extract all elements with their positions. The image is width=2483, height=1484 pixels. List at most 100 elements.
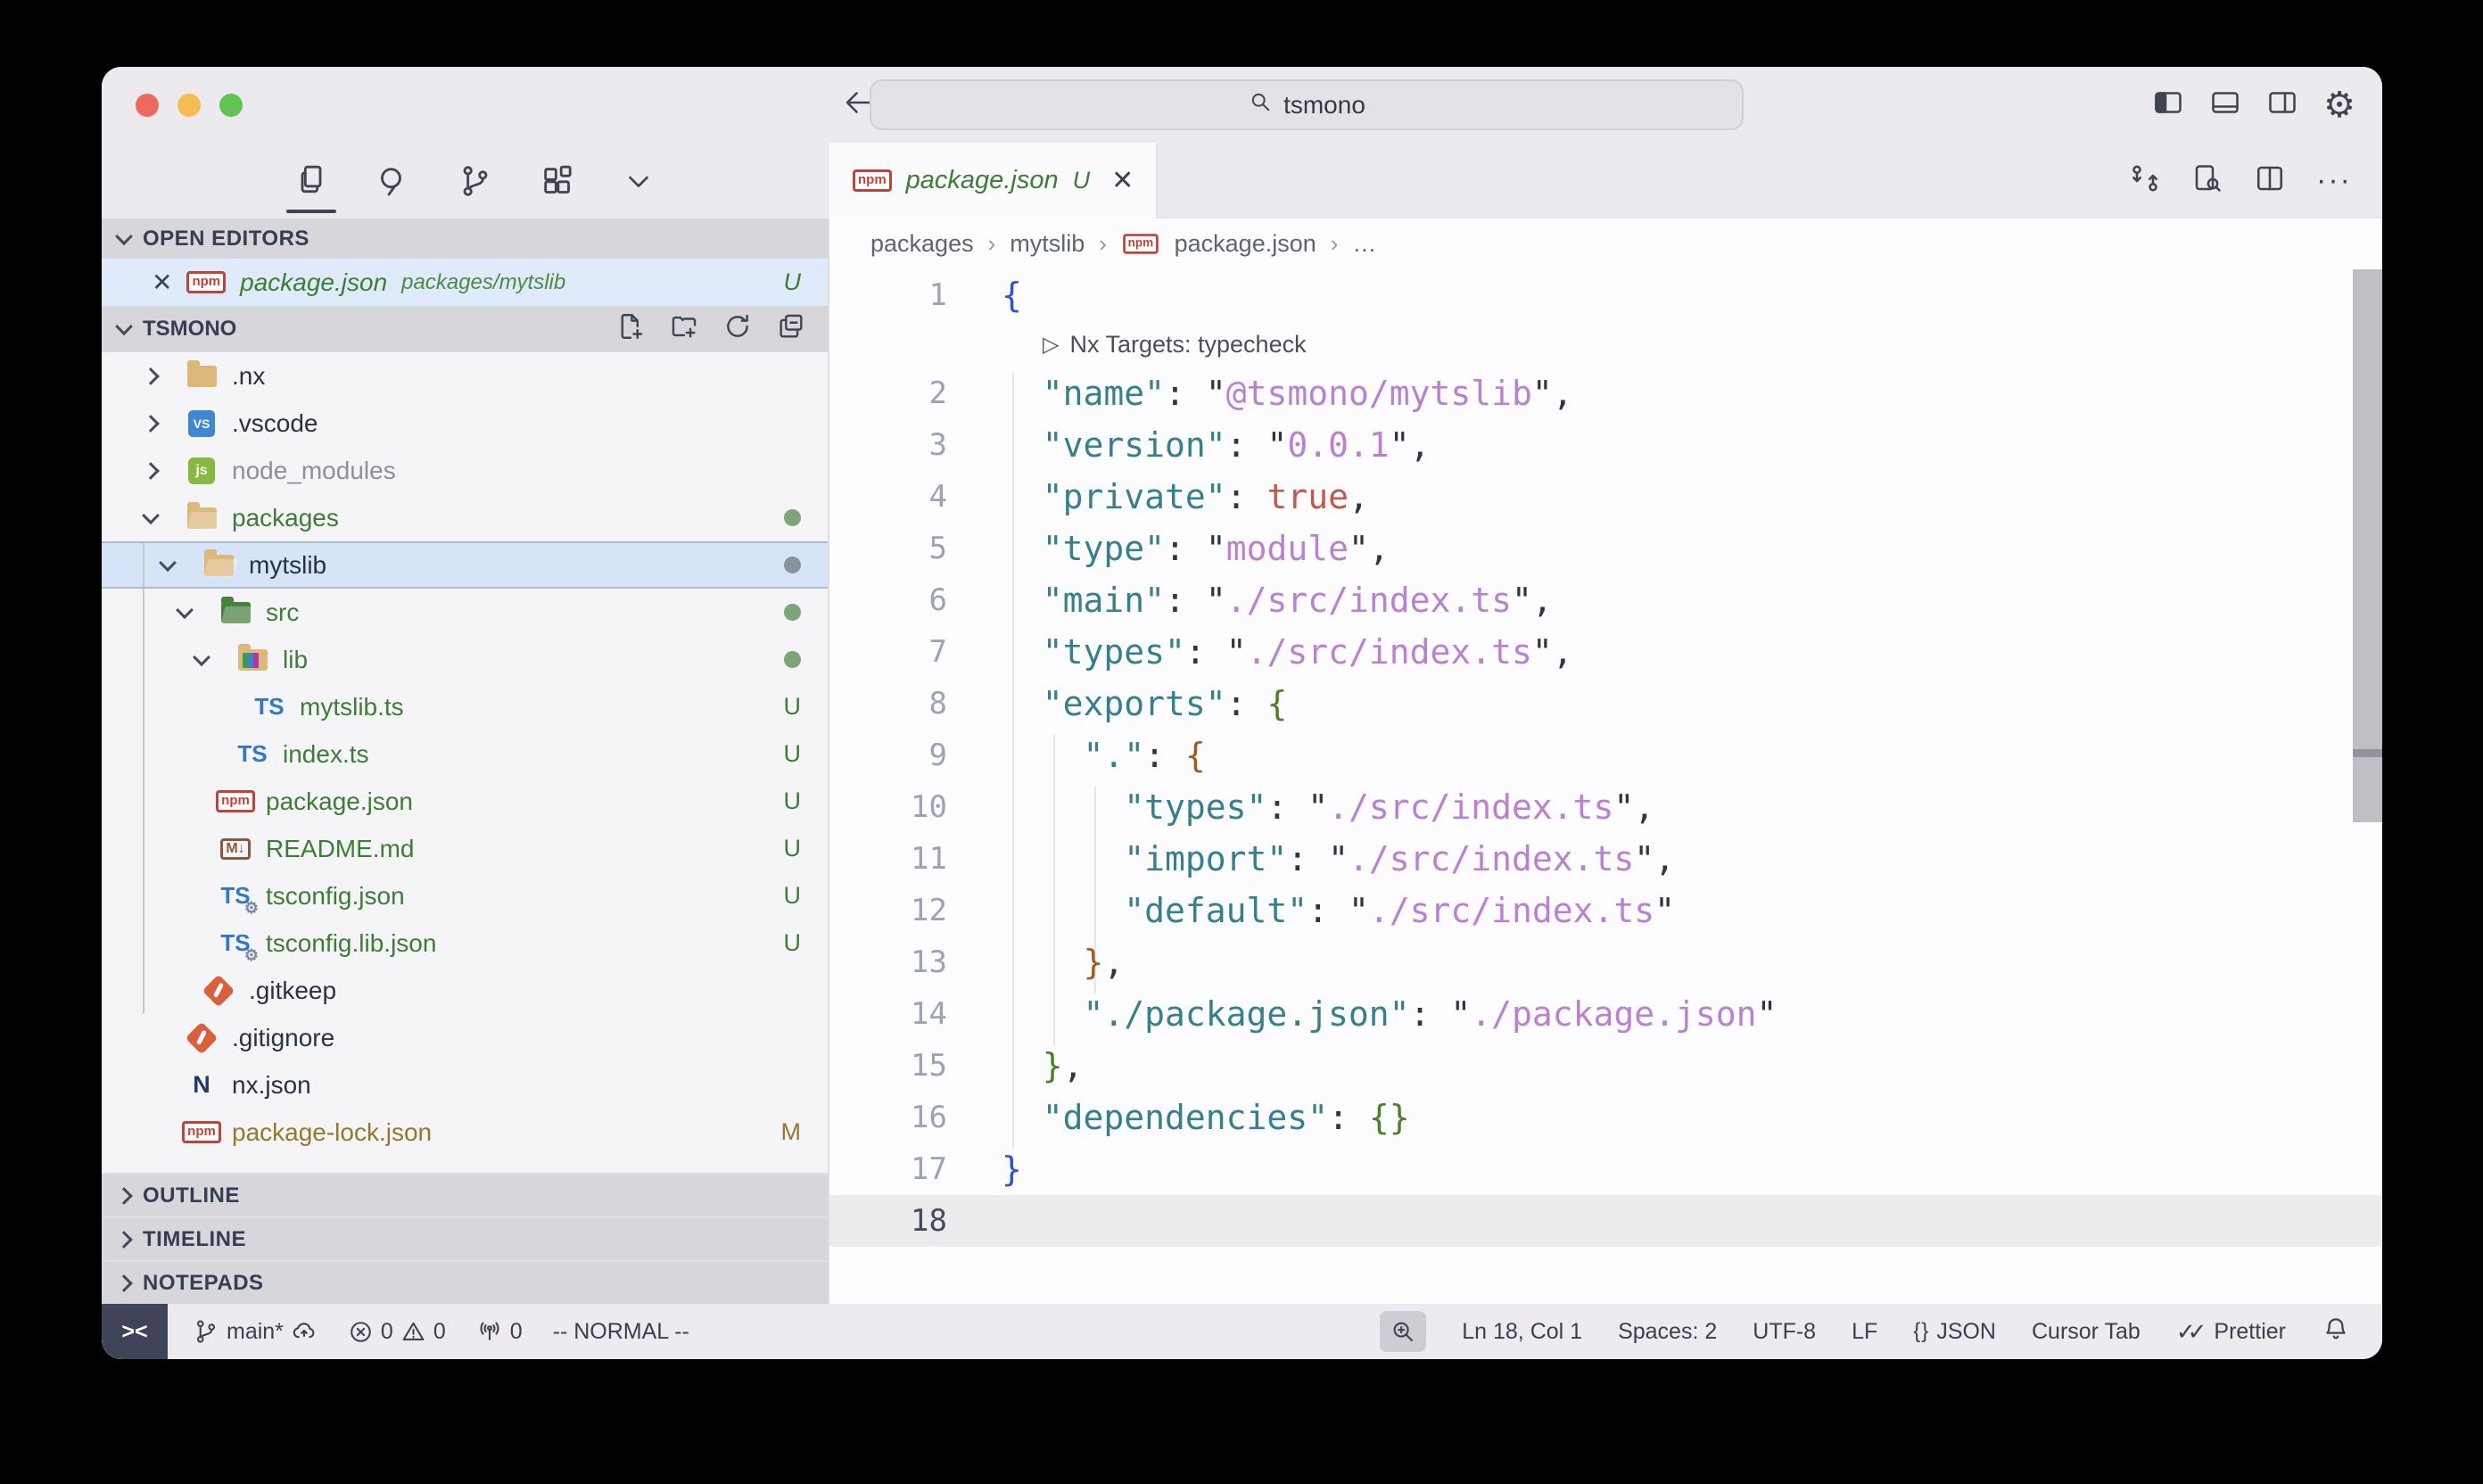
code-line-9[interactable]: 9 ".": {: [829, 730, 2382, 781]
sidebar-section-timeline[interactable]: TIMELINE: [102, 1216, 828, 1260]
breadcrumb-symbol-ellipsis[interactable]: …: [1352, 230, 1376, 258]
codelens-nx-targets[interactable]: ▷Nx Targets: typecheck: [829, 321, 2382, 367]
breadcrumb-item[interactable]: packages: [870, 230, 974, 258]
code-line-3[interactable]: 3 "version": "0.0.1",: [829, 419, 2382, 471]
code-line-5[interactable]: 5 "type": "module",: [829, 523, 2382, 574]
tree-item--nx[interactable]: .nx: [102, 352, 828, 400]
language-mode-status[interactable]: {} JSON: [1913, 1319, 1996, 1345]
run-target-icon[interactable]: ▷: [1043, 332, 1059, 358]
tree-item--vscode[interactable]: VS.vscode: [102, 400, 828, 447]
cursor-position-status[interactable]: Ln 18, Col 1: [1462, 1319, 1582, 1345]
settings-gear-icon[interactable]: ⚙: [2323, 87, 2355, 123]
code-line-2[interactable]: 2 "name": "@tsmono/mytslib",: [829, 367, 2382, 419]
sidebar-section-notepads[interactable]: NOTEPADS: [102, 1260, 828, 1304]
editor-scrollbar[interactable]: [2353, 269, 2382, 1304]
line-number: 9: [829, 738, 947, 773]
scrollbar-thumb[interactable]: [2353, 269, 2382, 822]
open-folder-icon: [187, 507, 217, 529]
command-center-search[interactable]: tsmono: [870, 79, 1744, 130]
code-line-6[interactable]: 6 "main": "./src/index.ts",: [829, 574, 2382, 626]
code-line-1[interactable]: 1{: [829, 269, 2382, 321]
breadcrumb[interactable]: packages›mytslib›npmpackage.json›…: [829, 218, 2382, 269]
open-changes-editor-icon[interactable]: [2191, 162, 2223, 199]
tree-item-package-json[interactable]: npmpackage.jsonU: [102, 778, 828, 825]
screencast-zoom-indicator[interactable]: [1380, 1311, 1426, 1352]
indent-guide: [143, 683, 144, 730]
cursor-tab-status[interactable]: Cursor Tab: [2032, 1319, 2141, 1345]
tree-item-tsconfig-json[interactable]: TS⚙tsconfig.jsonU: [102, 872, 828, 919]
toggle-secondary-sidebar-icon[interactable]: [2266, 87, 2298, 123]
open-editors-header[interactable]: OPEN EDITORS: [102, 218, 828, 259]
sidebar-section-outline[interactable]: OUTLINE: [102, 1173, 828, 1216]
tree-item-package-lock-json[interactable]: npmpackage-lock.jsonM: [102, 1109, 828, 1156]
formatter-status[interactable]: ✓✓ Prettier: [2176, 1318, 2286, 1346]
compare-changes-icon[interactable]: [2129, 162, 2161, 199]
tree-item-mytslib-ts[interactable]: TSmytslib.tsU: [102, 683, 828, 730]
open-editor-item[interactable]: ✕ npm package.json packages/mytslib U: [102, 259, 828, 306]
close-editor-icon[interactable]: ✕: [152, 268, 172, 297]
notifications-bell-icon[interactable]: [2322, 1315, 2350, 1349]
forwarded-ports-status[interactable]: 0: [476, 1318, 523, 1345]
encoding-status[interactable]: UTF-8: [1753, 1319, 1816, 1345]
source-control-view-icon[interactable]: [458, 163, 493, 199]
explorer-view-icon[interactable]: [293, 163, 329, 199]
tree-item-index-ts[interactable]: TSindex.tsU: [102, 730, 828, 778]
refresh-explorer-icon[interactable]: [722, 311, 753, 348]
code-line-4[interactable]: 4 "private": true,: [829, 471, 2382, 523]
code-line-15[interactable]: 15 },: [829, 1040, 2382, 1092]
vim-mode-indicator[interactable]: -- NORMAL --: [553, 1319, 689, 1345]
extensions-view-icon[interactable]: [540, 163, 575, 199]
toggle-primary-sidebar-icon[interactable]: [2152, 87, 2184, 123]
tab-close-icon[interactable]: ✕: [1111, 165, 1134, 196]
breadcrumb-item-file[interactable]: package.json: [1175, 230, 1316, 258]
new-folder-icon[interactable]: [669, 311, 699, 348]
code-line-12[interactable]: 12 "default": "./src/index.ts": [829, 885, 2382, 936]
more-actions-icon[interactable]: ···: [2316, 163, 2352, 198]
chevron-down-icon: [159, 554, 177, 572]
code-line-13[interactable]: 13 },: [829, 936, 2382, 988]
code-line-10[interactable]: 10 "types": "./src/index.ts",: [829, 781, 2382, 833]
workspace-header[interactable]: TSMONO: [102, 306, 828, 352]
new-file-icon[interactable]: [615, 311, 646, 348]
tab-package-json[interactable]: npm package.json U ✕: [829, 143, 1158, 218]
tree-item-mytslib[interactable]: mytslib: [102, 541, 828, 589]
tree-item--gitkeep[interactable]: .gitkeep: [102, 967, 828, 1014]
tree-item--gitignore[interactable]: .gitignore: [102, 1014, 828, 1061]
code-line-8[interactable]: 8 "exports": {: [829, 678, 2382, 730]
tree-item-label: .vscode: [232, 409, 318, 438]
collapse-folders-icon[interactable]: [776, 311, 806, 348]
npm-file-icon: npm: [853, 169, 892, 192]
code-line-18[interactable]: 18: [829, 1195, 2382, 1247]
indent-guide: [143, 778, 144, 825]
tree-item-packages[interactable]: packages: [102, 494, 828, 541]
tree-item-readme-md[interactable]: M↓README.mdU: [102, 825, 828, 872]
maximize-window-button[interactable]: [219, 94, 243, 117]
split-editor-icon[interactable]: [2254, 162, 2286, 199]
indentation-status[interactable]: Spaces: 2: [1618, 1319, 1717, 1345]
toggle-panel-icon[interactable]: [2209, 87, 2241, 123]
tree-item-node-modules[interactable]: jsnode_modules: [102, 447, 828, 494]
more-views-chevron-icon[interactable]: [622, 164, 656, 198]
code-line-17[interactable]: 17}: [829, 1143, 2382, 1195]
ports-count: 0: [510, 1319, 523, 1345]
eol-status[interactable]: LF: [1852, 1319, 1877, 1345]
tree-item-tsconfig-lib-json[interactable]: TS⚙tsconfig.lib.jsonU: [102, 919, 828, 967]
close-window-button[interactable]: [136, 94, 159, 117]
code-editor[interactable]: 1{▷Nx Targets: typecheck2 "name": "@tsmo…: [829, 269, 2382, 1304]
remote-indicator[interactable]: ><: [102, 1304, 168, 1359]
file-tree: .nxVS.vscodejsnode_modulespackagesmytsli…: [102, 352, 828, 1173]
code-line-14[interactable]: 14 "./package.json": "./package.json": [829, 988, 2382, 1040]
breadcrumb-item[interactable]: mytslib: [1010, 230, 1085, 258]
git-branch-status[interactable]: main*: [193, 1318, 318, 1345]
tree-item-lib[interactable]: lib: [102, 636, 828, 683]
code-line-11[interactable]: 11 "import": "./src/index.ts",: [829, 833, 2382, 885]
code-line-7[interactable]: 7 "types": "./src/index.ts",: [829, 626, 2382, 678]
code-line-16[interactable]: 16 "dependencies": {}: [829, 1092, 2382, 1143]
minimize-window-button[interactable]: [177, 94, 201, 117]
code-text: }: [1002, 1150, 1022, 1189]
title-bar[interactable]: tsmono ⚙: [102, 67, 2382, 143]
tree-item-nx-json[interactable]: Nnx.json: [102, 1061, 828, 1109]
problems-status[interactable]: 0 0: [348, 1319, 446, 1345]
search-view-icon[interactable]: [375, 163, 411, 199]
tree-item-src[interactable]: src: [102, 589, 828, 636]
